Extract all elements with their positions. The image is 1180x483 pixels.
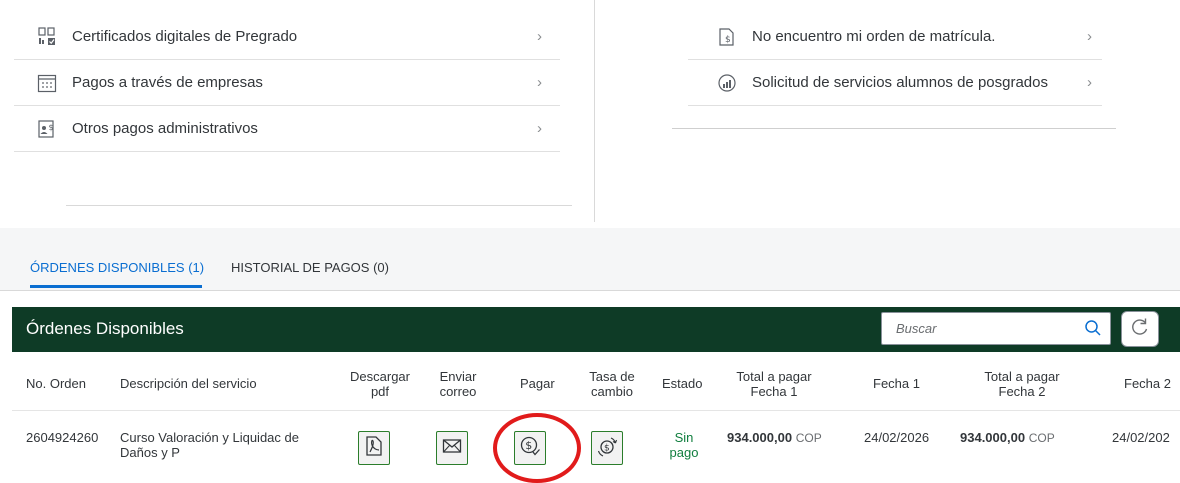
exchange-rate-button[interactable]: $	[591, 431, 623, 465]
calendar-grid-icon	[36, 72, 58, 94]
col-header-total-1: Total a pagar Fecha 1	[722, 369, 826, 399]
col-header-text: pdf	[370, 384, 390, 399]
date-1: 24/02/2026	[864, 430, 930, 445]
service-request-icon	[716, 72, 738, 94]
panel-divider	[594, 0, 595, 222]
menu-item-label: Pagos a través de empresas	[72, 74, 263, 91]
col-header-total-2: Total a pagar Fecha 2	[970, 369, 1074, 399]
menu-item-pagos-empresas[interactable]: Pagos a través de empresas ›	[14, 60, 560, 106]
tab-ordenes-disponibles[interactable]: ÓRDENES DISPONIBLES (1)	[30, 260, 204, 275]
menu-item-label: Solicitud de servicios alumnos de posgra…	[752, 74, 1048, 91]
col-header-text: Descargar	[350, 369, 410, 384]
svg-text:$: $	[604, 443, 610, 453]
amount-value: 934.000,00	[960, 430, 1026, 445]
pay-button[interactable]: $	[514, 431, 546, 465]
date-2: 24/02/202	[1112, 430, 1170, 445]
document-money-icon: $	[716, 26, 738, 48]
active-tab-indicator	[30, 285, 202, 288]
status-text: Sin	[674, 430, 694, 445]
col-header-text: Tasa de	[589, 369, 635, 384]
menu-item-label: Otros pagos administrativos	[72, 120, 258, 137]
currency-code: COP	[795, 431, 822, 445]
status-badge: Sin pago	[664, 430, 704, 460]
payment-icon: $	[519, 435, 541, 462]
col-header-description: Descripción del servicio	[120, 376, 257, 391]
chevron-right-icon: ›	[537, 74, 542, 91]
menu-item-label: No encuentro mi orden de matrícula.	[752, 28, 996, 45]
col-header-text: Total a pagar	[736, 369, 812, 384]
menu-item-otros-pagos[interactable]: $ Otros pagos administrativos ›	[14, 106, 560, 152]
col-header-mail: Enviar correo	[430, 369, 486, 399]
col-header-text: cambio	[591, 384, 633, 399]
col-header-order: No. Orden	[26, 376, 86, 391]
menu-item-label: Certificados digitales de Pregrado	[72, 28, 298, 45]
tab-historial-pagos[interactable]: HISTORIAL DE PAGOS (0)	[231, 260, 389, 275]
col-header-text: correo	[439, 384, 477, 399]
description-line: Curso Valoración y Liquidac de	[120, 430, 299, 445]
svg-text:$: $	[49, 123, 54, 132]
col-header-date-2: Fecha 2	[1124, 376, 1171, 391]
certificate-icon	[36, 26, 58, 48]
currency-code: COP	[1028, 431, 1055, 445]
amount-value: 934.000,00	[727, 430, 793, 445]
col-header-pdf: Descargar pdf	[345, 369, 415, 399]
menu-item-no-encuentro-orden[interactable]: $ No encuentro mi orden de matrícula. ›	[688, 14, 1102, 60]
description-line: Daños y P	[120, 445, 180, 460]
order-number: 2604924260	[26, 430, 99, 445]
col-header-pay: Pagar	[520, 376, 555, 391]
envelope-icon	[442, 438, 462, 459]
send-email-button[interactable]	[436, 431, 468, 465]
refresh-icon	[1130, 317, 1150, 342]
col-header-text: Total a pagar	[984, 369, 1060, 384]
status-text: pago	[669, 445, 699, 460]
col-header-text: Enviar	[439, 369, 477, 384]
search-field	[881, 312, 1111, 345]
chevron-right-icon: ›	[537, 120, 542, 137]
col-header-status: Estado	[662, 376, 703, 391]
col-header-text: Fecha 2	[998, 384, 1046, 399]
refresh-button[interactable]	[1121, 311, 1159, 347]
search-icon[interactable]	[1084, 319, 1102, 337]
total-amount-1: 934.000,00 COP	[727, 430, 822, 445]
svg-text:$: $	[725, 35, 731, 45]
total-amount-2: 934.000,00 COP	[960, 430, 1055, 445]
menu-item-certificados[interactable]: Certificados digitales de Pregrado ›	[14, 14, 560, 60]
table-title: Órdenes Disponibles	[26, 319, 184, 338]
menu-item-solicitud-posgrados[interactable]: Solicitud de servicios alumnos de posgra…	[688, 60, 1102, 106]
admin-payment-icon: $	[36, 118, 58, 140]
chevron-right-icon: ›	[1087, 74, 1092, 91]
service-description: Curso Valoración y Liquidac de Daños y P	[120, 430, 299, 460]
chevron-right-icon: ›	[1087, 28, 1092, 45]
row-divider	[12, 410, 1180, 411]
currency-exchange-icon: $	[596, 435, 618, 462]
col-header-text: Fecha 1	[750, 384, 798, 399]
pdf-icon	[364, 435, 384, 462]
col-header-rate: Tasa de cambio	[584, 369, 640, 399]
search-input[interactable]	[894, 320, 1078, 337]
chevron-right-icon: ›	[537, 28, 542, 45]
svg-text:$: $	[525, 439, 532, 452]
col-header-date-1: Fecha 1	[873, 376, 920, 391]
download-pdf-button[interactable]	[358, 431, 390, 465]
table-toolbar: Órdenes Disponibles	[12, 307, 1180, 352]
